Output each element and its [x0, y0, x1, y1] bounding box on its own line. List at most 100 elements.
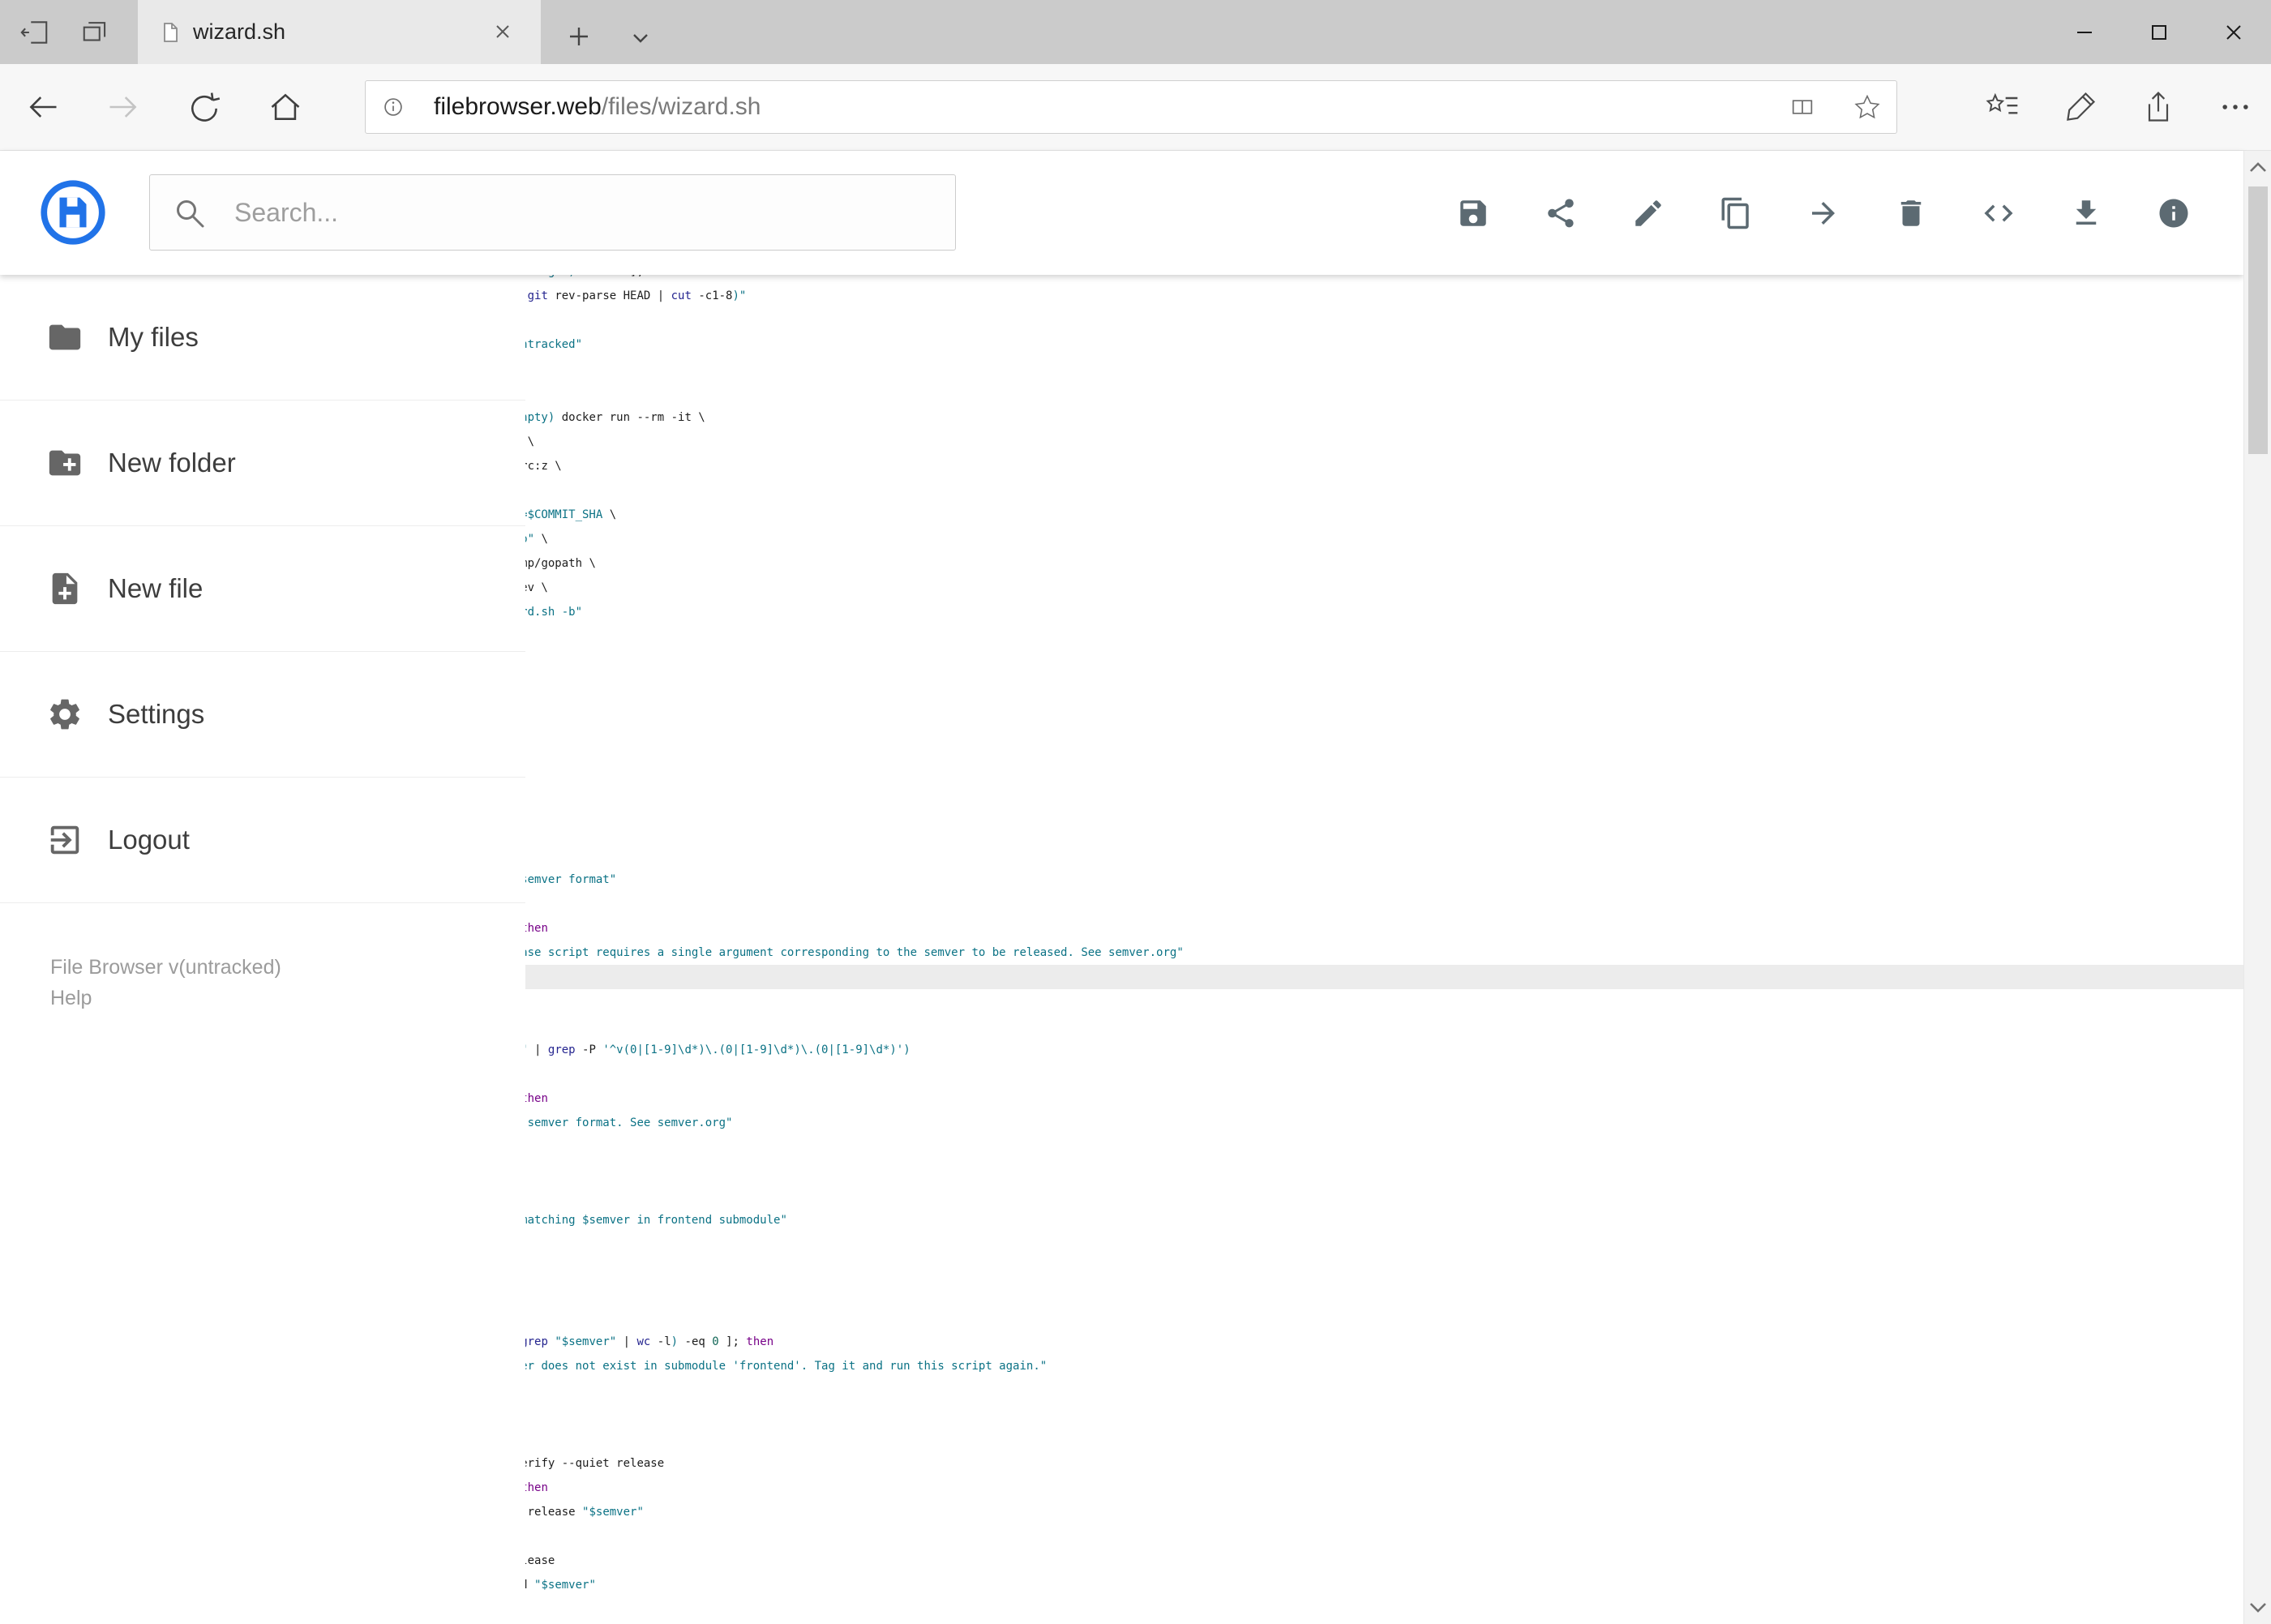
code-line-198[interactable]: 198 $(command -v winpty) docker run --rm…	[316, 405, 2243, 430]
refresh-button[interactable]	[186, 89, 222, 125]
code-line-206[interactable]: 206 sh -c "./wizard.sh -b"	[316, 600, 2243, 624]
code-line-244[interactable]: 244 else	[316, 1524, 2243, 1549]
code-line-207[interactable]: 207	[316, 624, 2243, 649]
sidebar-item-settings[interactable]: Settings	[0, 652, 525, 778]
more-options-icon[interactable]	[2217, 89, 2253, 125]
code-line-231[interactable]: 231 echo "> Checking matching $semver in…	[316, 1208, 2243, 1232]
move-button[interactable]	[1806, 196, 1840, 230]
sidebar-item-my-files[interactable]: My files	[0, 275, 525, 401]
code-line-221[interactable]: 221 exit 1	[316, 965, 2243, 989]
new-tab-button[interactable]	[563, 20, 595, 53]
code-line-216[interactable]: 216	[316, 843, 2243, 868]
code-line-196[interactable]: 196 fi	[316, 357, 2243, 381]
copy-button[interactable]	[1719, 196, 1753, 230]
set-tabs-aside-icon[interactable]	[19, 16, 51, 49]
code-line-213[interactable]: 213	[316, 770, 2243, 795]
tabs-preview-icon[interactable]	[79, 16, 112, 49]
save-button[interactable]	[1456, 196, 1490, 230]
code-line-239[interactable]: 239 fi	[316, 1403, 2243, 1427]
code-line-240[interactable]: 240	[316, 1427, 2243, 1451]
search-box[interactable]	[149, 174, 956, 251]
sidebar-item-logout[interactable]: Logout	[0, 778, 525, 903]
close-button[interactable]	[2196, 0, 2271, 64]
delete-button[interactable]	[1894, 196, 1928, 230]
code-line-238[interactable]: 238 exit 1	[316, 1378, 2243, 1403]
code-line-212[interactable]: 212}	[316, 746, 2243, 770]
site-info-icon[interactable]	[379, 93, 407, 121]
code-line-230[interactable]: 230	[316, 1184, 2243, 1208]
scroll-down-icon[interactable]	[2244, 1593, 2271, 1622]
web-note-pen-icon[interactable]	[2063, 89, 2098, 125]
download-button[interactable]	[2069, 196, 2103, 230]
code-line-199[interactable]: 199 -u "$(id -u)" \	[316, 430, 2243, 454]
url-text[interactable]: filebrowser.web/files/wizard.sh	[434, 81, 761, 133]
minimize-button[interactable]	[2047, 0, 2122, 64]
edit-button[interactable]	[1631, 196, 1665, 230]
code-line-242[interactable]: 242 if [ $? -ne 0 ]; then	[316, 1476, 2243, 1500]
help-link[interactable]: Help	[50, 987, 92, 1010]
code-line-235[interactable]: 235	[316, 1305, 2243, 1330]
forward-button[interactable]	[105, 89, 141, 125]
code-line-208[interactable]: 208 else	[316, 649, 2243, 673]
code-line-227[interactable]: 227 echo "Not valid semver format. See s…	[316, 1111, 2243, 1135]
code-line-211[interactable]: 211 fi	[316, 722, 2243, 746]
page-scrollbar[interactable]	[2243, 151, 2271, 1624]
code-line-233[interactable]: 233 cd frontend	[316, 1257, 2243, 1281]
code-line-219[interactable]: 219 if [ $# -ne 1 ]; then	[316, 916, 2243, 941]
browser-tab[interactable]: wizard.sh	[138, 0, 541, 64]
code-line-194[interactable]: 194 else	[316, 308, 2243, 332]
code-line-202[interactable]: 202 -e COMMIT_SHA=$COMMIT_SHA \	[316, 503, 2243, 527]
code-line-246[interactable]: 246 git reset --hard "$semver"	[316, 1573, 2243, 1597]
code-line-247[interactable]: 247 fi	[316, 1597, 2243, 1622]
sidebar-item-new-file[interactable]: New file	[0, 526, 525, 652]
code-line-232[interactable]: 232	[316, 1232, 2243, 1257]
code-line-205[interactable]: 205 filebrowser/dev \	[316, 576, 2243, 600]
code-line-224[interactable]: 224 semver=$(echo "$1" | grep -P '^v(0|[…	[316, 1038, 2243, 1062]
code-line-209[interactable]: 209 buildAssets	[316, 673, 2243, 697]
code-line-204[interactable]: 204 -e GOPATH=//tmp/gopath \	[316, 551, 2243, 576]
code-line-228[interactable]: 228 exit 1	[316, 1135, 2243, 1159]
code-line-237[interactable]: 237 echo "Tag $semver does not exist in …	[316, 1354, 2243, 1378]
home-button[interactable]	[268, 89, 303, 125]
code-line-193[interactable]: 193 COMMIT_SHA="$(git rev-parse HEAD | c…	[316, 284, 2243, 308]
code-line-234[interactable]: 234 git fetch --all	[316, 1281, 2243, 1305]
maximize-button[interactable]	[2122, 0, 2196, 64]
code-line-201[interactable]: 201 -w //src \	[316, 478, 2243, 503]
code-line-241[interactable]: 241 git rev-parse --verify --quiet relea…	[316, 1451, 2243, 1476]
code-line-226[interactable]: 226 if [ $? -ne 0 ]; then	[316, 1086, 2243, 1111]
share-page-icon[interactable]	[2140, 89, 2176, 125]
scrollbar-thumb[interactable]	[2248, 186, 2268, 454]
code-line-200[interactable]: 200 -v /$(pwd):/src:z \	[316, 454, 2243, 478]
code-line-195[interactable]: 195 COMMIT_SHA="untracked"	[316, 332, 2243, 357]
code-line-218[interactable]: 218	[316, 892, 2243, 916]
tab-close-icon[interactable]	[494, 23, 512, 41]
code-line-243[interactable]: 243 git checkout -b release "$semver"	[316, 1500, 2243, 1524]
filebrowser-logo[interactable]	[37, 177, 109, 248]
code-line-203[interactable]: 203 -e HOME="//tmp" \	[316, 527, 2243, 551]
code-line-214[interactable]: 214▾release () {	[316, 795, 2243, 819]
code-editor[interactable]: 192 if [ "$(command -v git)" != "" ]; th…	[316, 259, 2243, 1624]
code-line-245[interactable]: 245 git checkout release	[316, 1549, 2243, 1573]
code-line-223[interactable]: 223	[316, 1013, 2243, 1038]
info-button[interactable]	[2157, 196, 2191, 230]
back-button[interactable]	[25, 89, 61, 125]
code-line-197[interactable]: 197	[316, 381, 2243, 405]
code-line-222[interactable]: 222 fi	[316, 989, 2243, 1013]
code-line-236[interactable]: 236 if [ $(git tag | grep "$semver" | wc…	[316, 1330, 2243, 1354]
code-line-220[interactable]: 220 echo "This release script requires a…	[316, 941, 2243, 965]
tab-preview-chevron-icon[interactable]	[624, 22, 657, 54]
hub-favorites-icon[interactable]	[1985, 89, 2020, 125]
scroll-up-icon[interactable]	[2244, 152, 2271, 182]
code-line-215[interactable]: 215 cd $REPO	[316, 819, 2243, 843]
favorite-star-icon[interactable]	[1853, 93, 1881, 121]
code-line-229[interactable]: 229 fi	[316, 1159, 2243, 1184]
code-line-225[interactable]: 225	[316, 1062, 2243, 1086]
code-line-210[interactable]: 210 buildBinary	[316, 697, 2243, 722]
search-input[interactable]	[150, 175, 955, 250]
reading-view-icon[interactable]	[1789, 93, 1816, 121]
code-line-217[interactable]: 217 echo "> Checking semver format"	[316, 868, 2243, 892]
share-button[interactable]	[1544, 196, 1578, 230]
sidebar-item-new-folder[interactable]: New folder	[0, 401, 525, 526]
address-bar[interactable]: filebrowser.web/files/wizard.sh	[365, 80, 1897, 134]
code-button[interactable]	[1982, 196, 2016, 230]
